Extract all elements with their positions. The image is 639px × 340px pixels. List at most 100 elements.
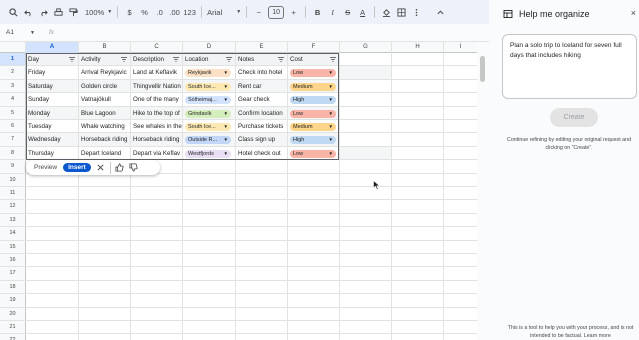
grid-cell[interactable] [444,80,477,92]
grid-cell[interactable] [79,240,131,253]
grid-cell[interactable] [340,321,392,334]
font-select[interactable]: Arial ▼ [207,4,241,20]
grid-cell[interactable]: Hike to the top of [131,106,183,119]
italic-button[interactable]: I [326,4,339,20]
prompt-textarea[interactable]: Plan a solo trip to Iceland for seven fu… [502,34,637,99]
grid-cell[interactable] [183,267,236,280]
grid-cell[interactable] [444,147,477,159]
grid-cell[interactable] [183,334,236,340]
grid-cell[interactable] [131,307,183,320]
grid-cell[interactable] [236,160,288,173]
grid-cell[interactable] [288,173,340,186]
grid-cell[interactable] [131,240,183,253]
grid-cell[interactable] [340,227,392,240]
cost-chip[interactable]: Low ▼ [290,109,336,118]
grid-cell[interactable] [392,133,444,146]
column-header-c[interactable]: C [131,42,183,53]
grid-cell[interactable]: Sunday [26,93,79,106]
cost-chip[interactable]: Low ▼ [290,149,336,158]
cost-chip[interactable]: Low ▼ [290,69,336,78]
column-header-g[interactable]: G [340,42,392,53]
grid-cell[interactable] [392,267,444,280]
grid-cell[interactable] [288,294,340,307]
grid-cell[interactable] [79,254,131,267]
grid-cell[interactable] [340,53,392,66]
create-button[interactable]: Create [550,108,598,127]
grid-cell[interactable] [26,240,79,253]
grid-cell[interactable] [288,280,340,294]
grid-cell[interactable]: Cost [288,53,340,66]
grid-cell[interactable] [444,120,477,132]
name-box[interactable]: A1 [0,29,30,36]
grid-cell[interactable]: Wednesday [26,133,79,146]
chevron-down-icon[interactable]: ▼ [30,30,35,36]
grid-cell[interactable]: Low ▼ [288,146,340,160]
redo-icon[interactable] [37,4,50,20]
grid-cell[interactable] [236,173,288,186]
grid-cell[interactable]: South Ice... ▼ [183,120,236,133]
grid-cell[interactable] [288,187,340,200]
vertical-scrollbar[interactable] [477,42,489,340]
grid-cell[interactable] [131,334,183,340]
row-header[interactable]: 20 [0,307,26,320]
grid-cell[interactable] [392,93,444,106]
filter-icon[interactable] [173,57,179,62]
grid-cell[interactable] [183,227,236,240]
grid-cell[interactable] [236,294,288,307]
grid-cell[interactable] [392,321,444,334]
grid-cell[interactable] [183,213,236,227]
grid-cell[interactable] [340,79,392,93]
grid-cell[interactable] [340,146,392,160]
grid-cell[interactable] [392,334,444,340]
row-header[interactable]: 3 [0,79,26,93]
grid-cell[interactable] [340,334,392,340]
grid-cell[interactable] [131,213,183,227]
grid-cell[interactable] [26,254,79,267]
grid-cell[interactable] [444,133,477,145]
thumbs-up-icon[interactable] [115,163,124,172]
grid-cell[interactable] [26,334,79,340]
grid-cell[interactable] [236,254,288,267]
grid-cell[interactable] [236,334,288,340]
grid-cell[interactable] [288,321,340,334]
grid-cell[interactable] [236,213,288,227]
grid-cell[interactable] [79,280,131,294]
chevron-up-icon[interactable] [434,4,447,20]
grid-cell[interactable] [444,281,477,293]
location-chip[interactable]: South Ice... ▼ [185,123,231,131]
grid-cell[interactable] [392,173,444,186]
fill-color-icon[interactable] [380,4,393,20]
grid-cell[interactable] [340,200,392,213]
location-chip[interactable]: Westfjords ▼ [185,149,231,158]
grid-cell[interactable] [392,294,444,307]
row-header[interactable]: 8 [0,146,26,160]
grid-cell[interactable]: Description [131,53,183,66]
location-chip[interactable]: Grindavík ▼ [185,109,231,118]
spreadsheet-grid[interactable]: A B C D E F G H I 1 Day Activity Descriptio… [0,42,477,340]
grid-cell[interactable] [79,187,131,200]
location-chip[interactable]: Outside R... ▼ [185,136,231,145]
decrease-font-size-button[interactable]: − [252,4,265,20]
percent-button[interactable]: % [138,4,151,20]
grid-cell[interactable] [26,213,79,227]
grid-cell[interactable]: Whale watching [79,120,131,133]
grid-cell[interactable]: Golden circle [79,79,131,93]
grid-cell[interactable] [392,106,444,119]
grid-cell[interactable] [392,160,444,173]
cost-chip[interactable]: High ▼ [290,136,336,145]
grid-cell[interactable] [340,240,392,253]
grid-cell[interactable] [183,294,236,307]
grid-cell[interactable] [392,213,444,227]
grid-cell[interactable] [26,294,79,307]
grid-cell[interactable]: Low ▼ [288,66,340,79]
grid-cell[interactable] [444,214,477,226]
grid-cell[interactable] [340,160,392,173]
grid-cell[interactable]: Rent car [236,79,288,93]
grid-cell[interactable] [392,280,444,294]
currency-button[interactable]: $ [123,4,136,20]
grid-cell[interactable] [79,200,131,213]
grid-cell[interactable] [79,227,131,240]
font-size-input[interactable]: 10 [268,5,285,19]
row-header[interactable]: 7 [0,133,26,146]
filter-icon[interactable] [278,57,284,62]
